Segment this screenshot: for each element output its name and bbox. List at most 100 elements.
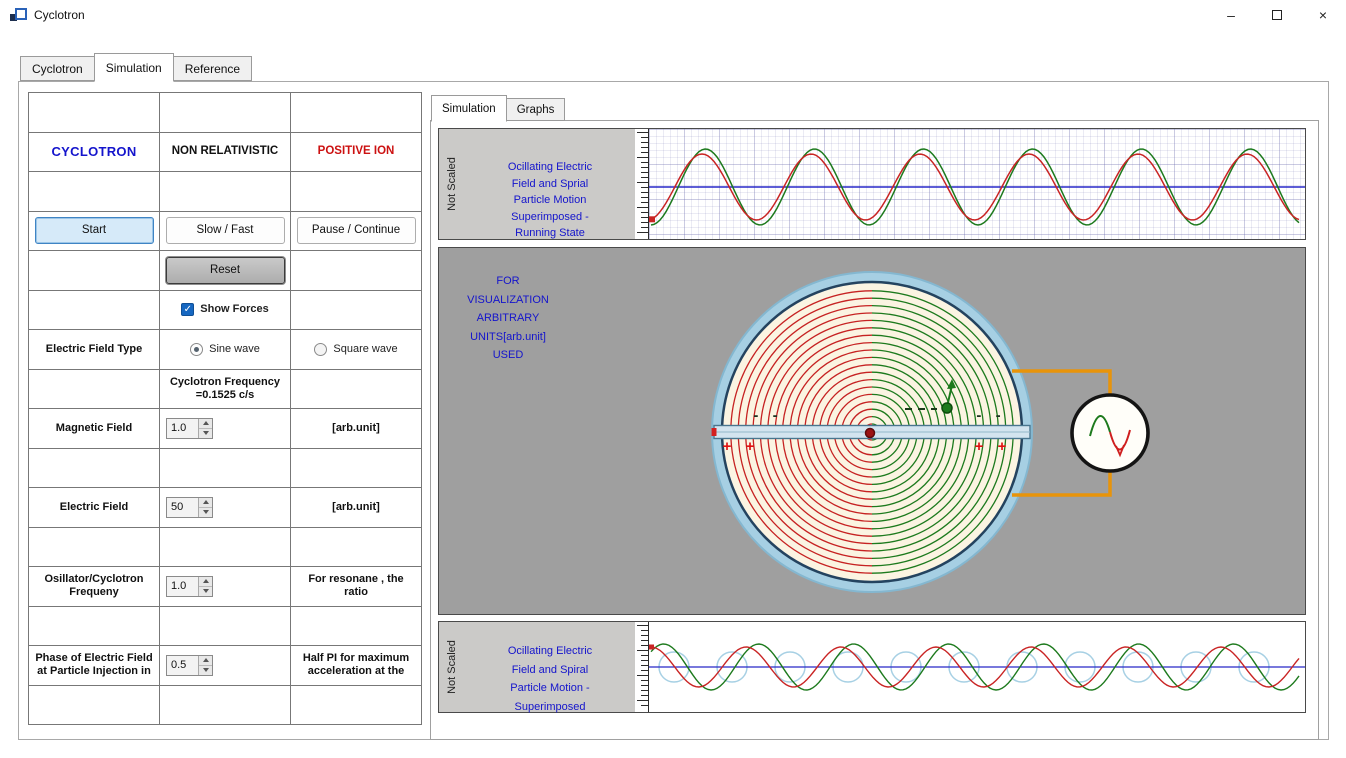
osc-ratio-up-arrow[interactable]	[199, 576, 212, 586]
ion-cell: POSITIVE ION	[291, 132, 422, 172]
table-cell-empty	[29, 448, 160, 488]
maximize-icon	[1272, 10, 1282, 20]
bottom-caption-line2: Field and Spiral	[511, 663, 589, 676]
phase-note-cell: Half PI for maximum acceleration at the	[291, 646, 422, 686]
down-arrow-icon	[202, 668, 209, 673]
table-cell-empty	[29, 251, 160, 291]
magnetic-field-up-arrow[interactable]	[199, 418, 212, 428]
electric-field-label: Electric Field	[59, 500, 129, 513]
osc-ratio-label-line1: Osillator/Cyclotron	[44, 573, 144, 586]
phase-spinner[interactable]: 0.5	[166, 654, 213, 676]
cyclotron-title: CYCLOTRON	[51, 144, 137, 160]
main-tab-bar: Cyclotron Simulation Reference	[20, 52, 253, 82]
table-cell-empty	[160, 685, 291, 725]
phase-label-line1: Phase of Electric Field	[35, 652, 153, 665]
table-cell-empty	[160, 448, 291, 488]
close-button[interactable]: ×	[1300, 0, 1346, 30]
pause-continue-cell: Pause / Continue	[291, 211, 422, 251]
spinner-arrows	[198, 655, 212, 675]
down-arrow-icon	[202, 431, 209, 436]
sine-wave-radio[interactable]: Sine wave	[190, 342, 260, 356]
magnetic-field-spinner[interactable]: 1.0	[166, 417, 213, 439]
phase-note-line2: acceleration at the	[307, 665, 405, 678]
start-cell: Start	[29, 211, 160, 251]
osc-ratio-spinner[interactable]: 1.0	[166, 575, 213, 597]
magnetic-field-label: Magnetic Field	[55, 421, 133, 434]
radio-unselected-icon	[314, 342, 328, 356]
osc-ratio-note-line2: ratio	[344, 586, 368, 599]
bottom-caption-lines: Ocillating Electric Field and Spiral Par…	[465, 622, 635, 713]
table-cell-empty	[291, 448, 422, 488]
cyclotron-frequency-line2: =0.1525 c/s	[195, 388, 255, 401]
tab-reference[interactable]: Reference	[172, 56, 253, 81]
table-cell-empty	[291, 685, 422, 725]
tab-simulation[interactable]: Simulation	[93, 53, 174, 82]
table-cell-empty	[160, 93, 291, 133]
up-arrow-icon	[202, 579, 209, 584]
tab-cyclotron[interactable]: Cyclotron	[20, 56, 95, 81]
phase-up-arrow[interactable]	[199, 655, 212, 665]
table-cell-empty	[291, 290, 422, 330]
show-forces-checkbox[interactable]: ✓ Show Forces	[181, 303, 269, 317]
magnetic-field-value[interactable]: 1.0	[167, 418, 198, 438]
magnetic-field-down-arrow[interactable]	[199, 427, 212, 438]
reset-button[interactable]: Reset	[165, 256, 285, 284]
plus-signs-right: + +	[975, 438, 1012, 455]
cyclotron-frequency-cell: Cyclotron Frequency =0.1525 c/s	[160, 369, 291, 409]
phase-value-cell: 0.5	[160, 646, 291, 686]
osc-ratio-value[interactable]: 1.0	[167, 576, 198, 596]
cyclotron-frequency-line1: Cyclotron Frequency	[169, 375, 281, 388]
bottom-caption-line1: Ocillating Electric	[507, 645, 593, 657]
top-caption-lines: Ocillating Electric Field and Sprial Par…	[465, 129, 635, 239]
square-wave-cell: Square wave	[291, 330, 422, 370]
magnetic-field-value-cell: 1.0	[160, 409, 291, 449]
pause-continue-button[interactable]: Pause / Continue	[296, 217, 416, 245]
maximize-button[interactable]	[1254, 0, 1300, 30]
table-cell-empty	[160, 606, 291, 646]
minus-signs-right: - -	[976, 407, 1005, 424]
osc-ratio-label-line2: Frequeny	[69, 586, 119, 599]
checkbox-check-icon: ✓	[181, 303, 195, 317]
osc-ratio-note-cell: For resonane , the ratio	[291, 567, 422, 607]
slow-fast-button[interactable]: Slow / Fast	[165, 217, 285, 245]
reset-cell: Reset	[160, 251, 291, 291]
electric-field-label-cell: Electric Field	[29, 488, 160, 528]
table-cell-empty	[291, 251, 422, 291]
osc-ratio-down-arrow[interactable]	[199, 585, 212, 596]
bottom-wave-plot	[649, 622, 1305, 712]
sine-wave-cell: Sine wave	[160, 330, 291, 370]
top-caption-line5: Running State	[515, 227, 585, 239]
top-wave-svg	[649, 148, 1305, 226]
table-cell-empty	[29, 527, 160, 567]
up-arrow-icon	[202, 421, 209, 426]
phase-note-line1: Half PI for maximum	[302, 652, 410, 665]
cyclotron-diagram: + + + + - - - -	[711, 271, 1150, 593]
osc-ratio-value-cell: 1.0	[160, 567, 291, 607]
bottom-waveform-strip: Not Scaled Ocillating Electric Field and…	[438, 621, 1306, 713]
title-bar: Cyclotron – ×	[0, 0, 1346, 30]
electric-field-up-arrow[interactable]	[199, 497, 212, 507]
electric-field-value[interactable]: 50	[167, 497, 198, 517]
spinner-arrows	[198, 497, 212, 517]
sine-wave-label: Sine wave	[209, 342, 260, 355]
window-controls: – ×	[1208, 0, 1346, 30]
phase-down-arrow[interactable]	[199, 664, 212, 675]
electric-field-down-arrow[interactable]	[199, 506, 212, 517]
phase-label-cell: Phase of Electric Field at Particle Inje…	[29, 646, 160, 686]
tab-sim-simulation[interactable]: Simulation	[431, 95, 507, 122]
ion-source-dot	[864, 427, 876, 439]
phase-value[interactable]: 0.5	[167, 655, 198, 675]
tab-sim-graphs[interactable]: Graphs	[505, 98, 566, 121]
square-wave-radio[interactable]: Square wave	[314, 342, 398, 356]
table-cell-empty	[29, 606, 160, 646]
electric-field-spinner[interactable]: 50	[166, 496, 213, 518]
start-button[interactable]: Start	[34, 217, 154, 245]
minimize-button[interactable]: –	[1208, 0, 1254, 30]
bottom-strip-caption: Not Scaled Ocillating Electric Field and…	[439, 622, 635, 713]
down-arrow-icon	[202, 589, 209, 594]
bottom-ruler	[635, 622, 649, 712]
mode-label: NON RELATIVISTIC	[171, 145, 279, 158]
magnetic-field-label-cell: Magnetic Field	[29, 409, 160, 449]
cyclotron-title-cell: CYCLOTRON	[29, 132, 160, 172]
top-caption-line2: Field and Sprial	[511, 177, 589, 190]
